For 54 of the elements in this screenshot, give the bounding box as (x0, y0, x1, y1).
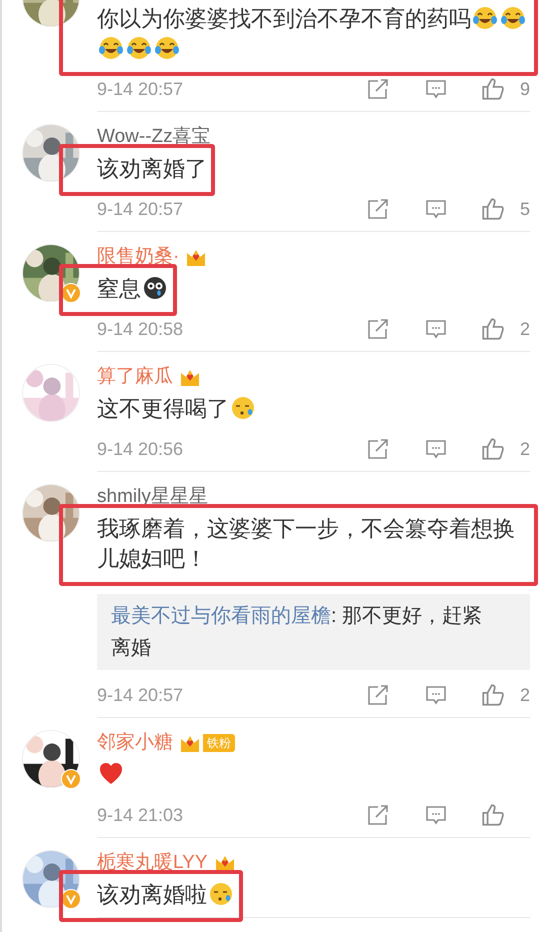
comment-text: 该劝离婚啦 (97, 882, 207, 907)
username[interactable]: 邻家小糖 (97, 728, 173, 758)
comment-time: 9-14 20:58 (97, 318, 184, 340)
share-icon[interactable] (366, 77, 390, 101)
username[interactable]: 算了麻瓜 (97, 362, 173, 392)
comment-text: 我琢磨着，这婆婆下一步，不会篡夺着想换儿媳妇吧！ (97, 516, 515, 571)
like-count: 2 (518, 318, 530, 340)
like-count: 2 (518, 438, 530, 460)
laughing-crying-emoji-icon (126, 35, 152, 61)
avatar[interactable] (22, 730, 80, 788)
like-count: 9 (518, 78, 530, 100)
comment-icon[interactable] (424, 683, 448, 707)
comment-time: 9-14 20:57 (97, 684, 184, 706)
like-count: 5 (518, 198, 530, 220)
heart-icon (98, 761, 124, 787)
sweat-face-emoji-icon (208, 881, 234, 907)
like-icon[interactable] (480, 196, 506, 222)
reply-author-link[interactable]: 最美不过与你看雨的屋檐 (111, 605, 331, 627)
comment-icon[interactable] (424, 803, 448, 827)
comment-text: 窒息 (97, 276, 141, 301)
comment-icon[interactable] (424, 77, 448, 101)
laughing-crying-emoji-icon (154, 35, 180, 61)
like-icon[interactable] (480, 682, 506, 708)
sweat-face-emoji-icon (230, 395, 256, 421)
comment-icon[interactable] (424, 437, 448, 461)
username[interactable]: Wow--Zz喜宝 (97, 122, 211, 152)
like-icon[interactable] (480, 436, 506, 462)
comment-time: 9-14 20:57 (97, 78, 184, 100)
share-icon[interactable] (366, 437, 390, 461)
like-icon[interactable] (480, 316, 506, 342)
comment-icon[interactable] (424, 317, 448, 341)
like-icon[interactable] (480, 802, 506, 828)
comment-icon[interactable] (424, 197, 448, 221)
laughing-crying-emoji-icon (472, 5, 498, 31)
reply-text: 最美不过与你看雨的屋檐: 那不更好，赶紧离婚 (111, 604, 484, 661)
username[interactable]: 栀寒丸暖LYY (97, 848, 208, 878)
comment-text: 该劝离婚了 (97, 156, 207, 181)
comment-text: 你以为你婆婆找不到治不孕不育的药吗 (97, 6, 471, 31)
comment-text: 这不更得喝了 (97, 396, 229, 421)
share-icon[interactable] (366, 317, 390, 341)
share-icon[interactable] (366, 803, 390, 827)
share-icon[interactable] (366, 683, 390, 707)
comment-time: 9-14 20:57 (97, 198, 184, 220)
like-count: 2 (518, 684, 530, 706)
laughing-crying-emoji-icon (98, 35, 124, 61)
username[interactable]: 限售奶桑· (97, 242, 180, 272)
comment-time: 9-14 20:56 (97, 438, 184, 460)
fan-badge: 铁粉 (203, 734, 235, 752)
username[interactable]: shmily星星星 (97, 482, 208, 512)
comment-time: 9-14 21:03 (97, 804, 184, 826)
like-icon[interactable] (480, 76, 506, 102)
laughing-crying-emoji-icon (500, 5, 526, 31)
share-icon[interactable] (366, 197, 390, 221)
dark-face-emoji-icon (142, 275, 168, 301)
